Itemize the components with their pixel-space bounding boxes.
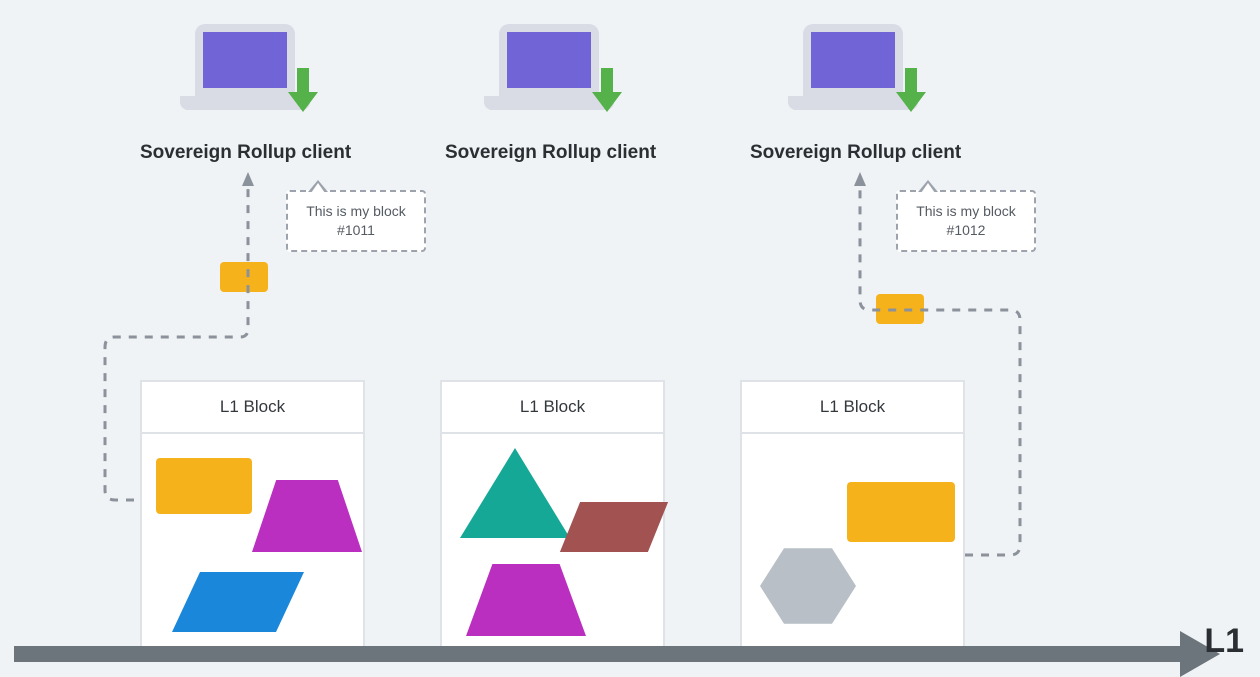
speech-bubble: This is my block #1011: [286, 190, 426, 252]
l1-block-header: L1 Block: [142, 382, 363, 434]
l1-block-body: [442, 434, 663, 653]
tx-shape-icon: [156, 458, 252, 514]
client-label: Sovereign Rollup client: [750, 142, 961, 164]
diagram-canvas: Sovereign Rollup client Sovereign Rollup…: [0, 0, 1260, 671]
data-packet-icon: [876, 294, 924, 324]
l1-block-card: L1 Block: [140, 380, 365, 655]
download-arrow-icon: [590, 68, 624, 112]
l1-block-card: L1 Block: [740, 380, 965, 655]
l1-block-header: L1 Block: [742, 382, 963, 434]
tx-shape-icon: [172, 572, 304, 632]
axis-label: L1: [1204, 622, 1244, 661]
tx-shape-icon: [252, 480, 362, 552]
l1-block-card: L1 Block: [440, 380, 665, 655]
l1-block-body: [142, 434, 363, 653]
timeline-axis: [14, 645, 1180, 663]
tx-shape-icon: [847, 482, 955, 542]
download-arrow-icon: [894, 68, 928, 112]
data-packet-icon: [220, 262, 268, 292]
l1-block-header: L1 Block: [442, 382, 663, 434]
client-label: Sovereign Rollup client: [140, 142, 351, 164]
download-arrow-icon: [286, 68, 320, 112]
tx-shape-icon: [760, 544, 856, 628]
tx-shape-icon: [460, 448, 570, 538]
tx-shape-icon: [466, 564, 586, 636]
speech-block-id: #1012: [910, 221, 1022, 240]
client-label: Sovereign Rollup client: [445, 142, 656, 164]
speech-text: This is my block: [300, 202, 412, 221]
tx-shape-icon: [560, 502, 668, 552]
speech-bubble: This is my block #1012: [896, 190, 1036, 252]
l1-block-body: [742, 434, 963, 653]
speech-text: This is my block: [910, 202, 1022, 221]
speech-block-id: #1011: [300, 221, 412, 240]
